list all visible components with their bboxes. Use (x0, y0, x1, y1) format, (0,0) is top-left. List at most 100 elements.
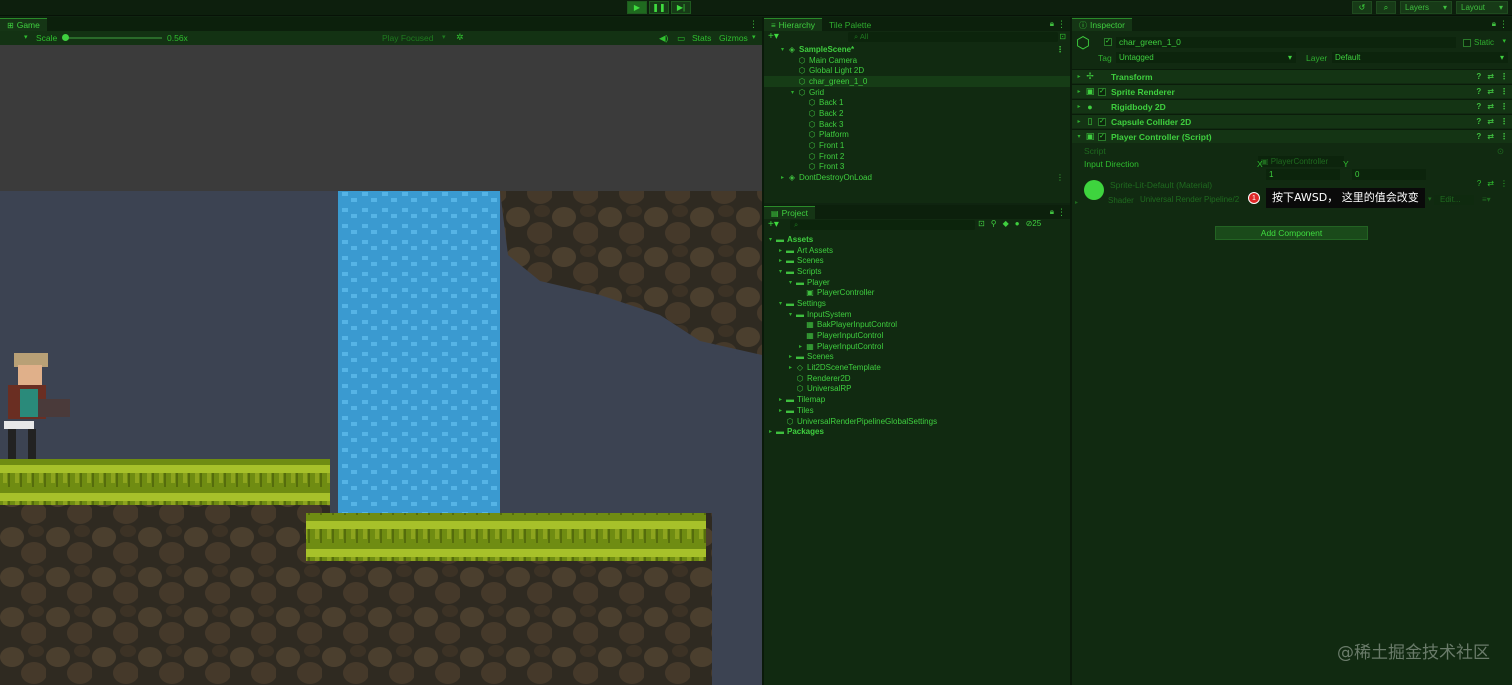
presets-icon[interactable]: ⇄ (1487, 117, 1494, 126)
scale-slider-track[interactable] (66, 37, 162, 39)
favorite-icon[interactable]: ● (1015, 219, 1020, 228)
play-button[interactable]: ▶ (627, 1, 647, 14)
scale-slider-handle[interactable] (62, 34, 69, 41)
component-header[interactable]: ▸ ✢ Transform? ⇄ ⋮ (1072, 69, 1512, 83)
presets-icon[interactable]: ⇄ (1487, 179, 1494, 188)
material-expand-arrow-icon[interactable]: ▸ (1075, 199, 1078, 206)
layers-dropdown[interactable]: Layers ▾ (1400, 1, 1452, 14)
project-item[interactable]: ▸ ▬ Scenes (764, 352, 1070, 363)
history-icon[interactable]: ↺ (1352, 1, 1372, 14)
project-item[interactable]: ▸ ▬ Tilemap (764, 394, 1070, 405)
tag-dropdown[interactable]: Untagged ▾ (1116, 52, 1296, 63)
tab-tile-palette[interactable]: Tile Palette (822, 18, 878, 31)
expanded-arrow-icon[interactable]: ▾ (1074, 133, 1084, 140)
component-enabled-checkbox[interactable]: ✓ (1098, 87, 1106, 96)
collapsed-arrow-icon[interactable]: ▸ (786, 364, 795, 371)
create-button[interactable]: +▾ (768, 31, 779, 42)
tab-game[interactable]: ⊞ Game (0, 18, 47, 31)
bug-icon[interactable]: ✲ (456, 32, 464, 43)
lock-icon[interactable]: 🔒︎ (1050, 19, 1054, 29)
expanded-arrow-icon[interactable]: ▾ (786, 311, 795, 318)
project-item[interactable]: ▸ ▦ PlayerInputControl (764, 341, 1070, 352)
create-asset-button[interactable]: +▾ (768, 219, 779, 230)
lock-icon[interactable]: 🔒︎ (1050, 207, 1054, 217)
component-menu-icon[interactable]: ⋮ (1500, 179, 1508, 188)
component-header[interactable]: ▸ ▣ ✓ Sprite Renderer? ⇄ ⋮ (1072, 84, 1512, 98)
shader-settings-icon[interactable]: ≡▾ (1482, 195, 1491, 204)
component-menu-icon[interactable]: ⋮ (1500, 117, 1508, 126)
expanded-arrow-icon[interactable]: ▾ (766, 236, 775, 243)
play-focused-dropdown[interactable]: Play Focused (382, 33, 434, 43)
project-item[interactable]: ⬡ UniversalRP (764, 384, 1070, 395)
tab-inspector[interactable]: ⓘ Inspector (1072, 18, 1132, 31)
component-menu-icon[interactable]: ⋮ (1500, 72, 1508, 81)
component-header[interactable]: ▸ ● Rigidbody 2D? ⇄ ⋮ (1072, 99, 1512, 113)
project-item[interactable]: ▾ ▬ InputSystem (764, 309, 1070, 320)
tab-project[interactable]: ▤ Project (764, 206, 816, 219)
collapsed-arrow-icon[interactable]: ▸ (776, 407, 785, 414)
hierarchy-item[interactable]: ⬡ Back 1 (764, 97, 1070, 108)
add-component-button[interactable]: Add Component (1215, 226, 1368, 240)
hierarchy-item[interactable]: ⬡ Front 2 (764, 151, 1070, 162)
collapsed-arrow-icon[interactable]: ▸ (1074, 73, 1084, 80)
hierarchy-item[interactable]: ▸ ◈ DontDestroyOnLoad ⋮ (764, 172, 1070, 183)
collapsed-arrow-icon[interactable]: ▸ (1074, 103, 1084, 110)
gizmos-button[interactable]: Gizmos (719, 33, 748, 43)
inspector-menu-icon[interactable]: ⋮ (1499, 19, 1508, 30)
expanded-arrow-icon[interactable]: ▾ (778, 46, 787, 53)
help-icon[interactable]: ? (1476, 87, 1481, 96)
search-by-type-icon[interactable]: ⊡ (978, 219, 985, 228)
hierarchy-search-input[interactable]: ⌕ All (848, 32, 1058, 42)
project-item[interactable]: ▦ BakPlayerInputControl (764, 320, 1070, 331)
scene-menu-icon[interactable]: ⋮ (1056, 45, 1064, 54)
gizmos-dropdown-icon[interactable]: ▾ (752, 33, 756, 41)
hierarchy-item[interactable]: ⬡ Back 3 (764, 119, 1070, 130)
component-menu-icon[interactable]: ⋮ (1500, 87, 1508, 96)
component-enabled-checkbox[interactable]: ✓ (1098, 117, 1106, 126)
stats-button[interactable]: Stats (692, 33, 711, 43)
project-item[interactable]: ▸ ▬ Tiles (764, 405, 1070, 416)
project-item[interactable]: ▾ ▬ Player (764, 277, 1070, 288)
hierarchy-item[interactable]: ⬡ char_green_1_0 (764, 76, 1070, 87)
aspect-icon[interactable]: ▭ (677, 33, 685, 44)
help-icon[interactable]: ? (1476, 102, 1481, 111)
help-icon[interactable]: ? (1477, 179, 1481, 188)
project-item[interactable]: ⬡ Renderer2D (764, 373, 1070, 384)
layout-dropdown[interactable]: Layout ▾ (1456, 1, 1508, 14)
hierarchy-item[interactable]: ⬡ Main Camera (764, 55, 1070, 66)
search-icon[interactable]: ⌕ (1376, 1, 1396, 14)
game-menu-icon[interactable]: ⋮ (749, 19, 758, 30)
display-dropdown-icon[interactable]: ▾ (24, 33, 28, 41)
hierarchy-item[interactable]: ⬡ Front 3 (764, 162, 1070, 173)
static-toggle[interactable]: Static (1462, 38, 1494, 47)
hierarchy-item[interactable]: ⬡ Back 2 (764, 108, 1070, 119)
component-menu-icon[interactable]: ⋮ (1500, 132, 1508, 141)
layer-dropdown[interactable]: Default ▾ (1332, 52, 1508, 63)
project-item[interactable]: ▸ ◇ Lit2DSceneTemplate (764, 362, 1070, 373)
hierarchy-menu-icon[interactable]: ⋮ (1057, 19, 1066, 30)
shader-dropdown-arrow-icon[interactable]: ▾ (1428, 195, 1432, 203)
tag-icon[interactable]: ◆ (1003, 219, 1009, 228)
project-item[interactable]: ▦ PlayerInputControl (764, 330, 1070, 341)
scene-menu-icon[interactable]: ⋮ (1056, 173, 1064, 182)
project-item[interactable]: ▾ ▬ Assets (764, 234, 1070, 245)
hierarchy-item[interactable]: ⬡ Global Light 2D (764, 65, 1070, 76)
tab-hierarchy[interactable]: ≡ Hierarchy (764, 18, 823, 31)
collapsed-arrow-icon[interactable]: ▸ (776, 247, 785, 254)
collapsed-arrow-icon[interactable]: ▸ (766, 428, 775, 435)
pause-button[interactable]: ❚❚ (649, 1, 669, 14)
help-icon[interactable]: ? (1476, 117, 1481, 126)
presets-icon[interactable]: ⇄ (1487, 102, 1494, 111)
audio-icon[interactable]: ◀) (659, 33, 668, 44)
hierarchy-item[interactable]: ⬡ Platform (764, 130, 1070, 141)
static-dropdown-icon[interactable]: ▾ (1502, 37, 1506, 45)
presets-icon[interactable]: ⇄ (1487, 72, 1494, 81)
collapsed-arrow-icon[interactable]: ▸ (778, 174, 787, 181)
collapsed-arrow-icon[interactable]: ▸ (1074, 118, 1084, 125)
edit-shader-button[interactable]: Edit... (1434, 195, 1474, 205)
expanded-arrow-icon[interactable]: ▾ (776, 268, 785, 275)
project-item[interactable]: ▣ PlayerController (764, 287, 1070, 298)
shader-dropdown[interactable]: Universal Render Pipeline/2 (1140, 195, 1250, 205)
component-header[interactable]: ▸ ▯ ✓ Capsule Collider 2D? ⇄ ⋮ (1072, 114, 1512, 128)
project-menu-icon[interactable]: ⋮ (1057, 207, 1066, 218)
